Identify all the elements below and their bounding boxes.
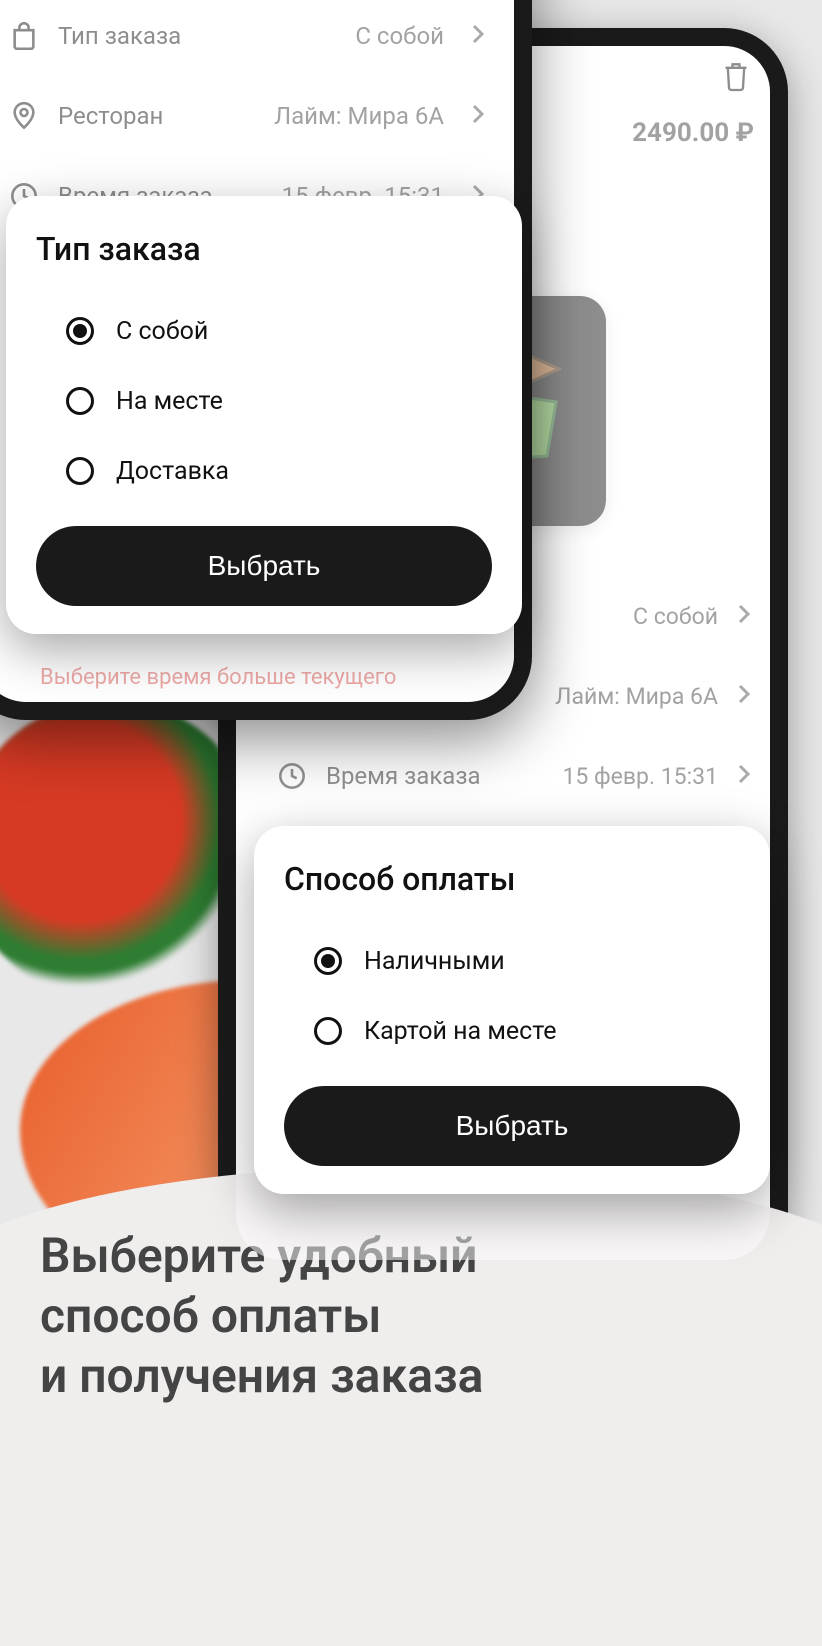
option-label: На месте: [116, 387, 223, 416]
trash-icon[interactable]: [716, 56, 756, 96]
select-button[interactable]: Выбрать: [36, 526, 492, 606]
radio-icon: [314, 1017, 342, 1045]
row-value: Лайм: Мира 6А: [555, 683, 718, 710]
headline-line: способ оплаты: [40, 1286, 782, 1346]
modal-title: Тип заказа: [36, 230, 492, 268]
chevron-right-icon: [736, 762, 754, 790]
chevron-right-icon: [736, 602, 754, 630]
chevron-right-icon: [736, 682, 754, 710]
row-order-type[interactable]: Тип заказа С собой: [0, 0, 496, 76]
bag-icon: [8, 20, 40, 52]
row-time[interactable]: Время заказа 15 февр. 15:31: [276, 736, 754, 816]
option-label: Картой на месте: [364, 1017, 557, 1046]
cart-total: 2490.00 ₽: [632, 118, 754, 148]
modal-title: Способ оплаты: [284, 860, 740, 898]
row-value: С собой: [355, 22, 444, 50]
option-label: Наличными: [364, 947, 505, 976]
row-label: Ресторан: [58, 102, 256, 130]
select-button[interactable]: Выбрать: [284, 1086, 740, 1166]
modal-payment: Способ оплаты Наличными Картой на месте …: [254, 826, 770, 1194]
chevron-right-icon: [470, 22, 486, 50]
modal-order-type: Тип заказа С собой На месте Доставка Выб…: [6, 196, 522, 634]
radio-icon: [66, 317, 94, 345]
row-value: Лайм: Мира 6А: [274, 102, 444, 130]
row-restaurant[interactable]: Ресторан Лайм: Мира 6А: [0, 76, 496, 156]
radio-option-takeaway[interactable]: С собой: [36, 296, 492, 366]
warning-text: Выберите время больше текущего: [40, 657, 396, 690]
row-label: Время заказа: [326, 762, 544, 790]
radio-option-delivery[interactable]: Доставка: [36, 436, 492, 506]
radio-option-onsite[interactable]: На месте: [36, 366, 492, 436]
pin-icon: [8, 100, 40, 132]
headline: Выберите удобный способ оплаты и получен…: [40, 1226, 782, 1406]
clock-icon: [276, 760, 308, 792]
headline-line: Выберите удобный: [40, 1226, 782, 1286]
radio-option-cash[interactable]: Наличными: [284, 926, 740, 996]
radio-option-card[interactable]: Картой на месте: [284, 996, 740, 1066]
row-value: 15 февр. 15:31: [562, 763, 718, 790]
radio-icon: [66, 387, 94, 415]
headline-line: и получения заказа: [40, 1346, 782, 1406]
radio-icon: [314, 947, 342, 975]
row-value: С собой: [633, 603, 718, 630]
radio-icon: [66, 457, 94, 485]
option-label: Доставка: [116, 457, 229, 486]
chevron-right-icon: [470, 102, 486, 130]
bottom-sheet: Выберите удобный способ оплаты и получен…: [0, 1166, 822, 1646]
row-label: Тип заказа: [58, 22, 337, 50]
option-label: С собой: [116, 317, 208, 346]
